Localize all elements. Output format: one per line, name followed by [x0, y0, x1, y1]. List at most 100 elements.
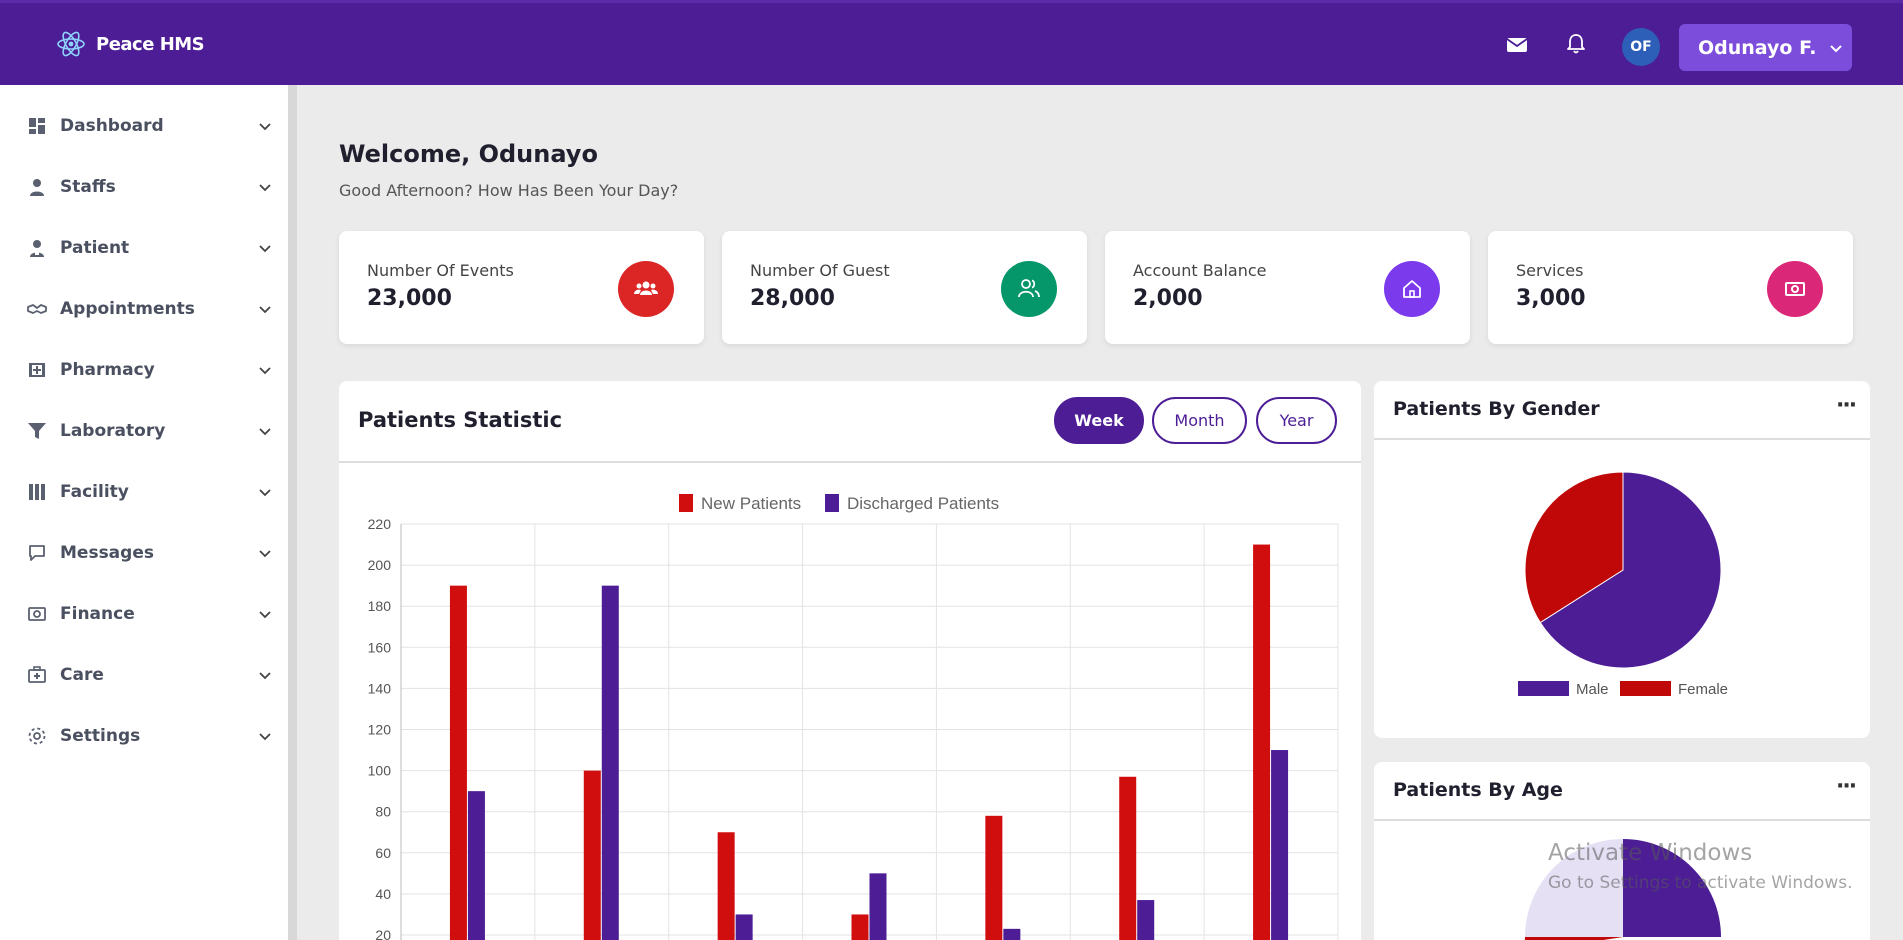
y-tick-label: 200: [368, 557, 392, 573]
watermark-subtitle: Go to Settings to activate Windows.: [1548, 873, 1853, 893]
patient-icon: [30, 240, 44, 257]
dashboard-icon: [29, 118, 45, 134]
bar-discharged-patients: [1271, 750, 1289, 940]
bar-discharged-patients: [467, 791, 485, 940]
divider: [1374, 819, 1870, 821]
tab-week[interactable]: Week: [1054, 397, 1144, 444]
more-options-icon[interactable]: ···: [1836, 774, 1857, 799]
stat-value: 28,000: [750, 286, 835, 311]
bar-new-patients: [985, 815, 1003, 940]
pharmacy-icon: [29, 363, 45, 377]
brand[interactable]: Peace HMS: [56, 29, 205, 59]
sidebar-item-label: Finance: [60, 604, 135, 624]
sidebar-item-label: Appointments: [60, 299, 195, 319]
bar-new-patients: [583, 770, 601, 940]
staff-icon: [30, 179, 44, 196]
panel-title: Patients By Gender: [1393, 398, 1600, 420]
sidebar-item-label: Pharmacy: [60, 360, 155, 380]
sidebar-item-appointments[interactable]: Appointments: [0, 285, 288, 333]
y-tick-label: 220: [368, 516, 392, 532]
sidebar-item-facility[interactable]: Facility: [0, 468, 288, 516]
legend-swatch: [679, 494, 693, 512]
chevron-down-icon: [259, 184, 271, 192]
bar-new-patients: [717, 832, 735, 940]
sidebar-item-laboratory[interactable]: Laboratory: [0, 407, 288, 455]
facility-icon: [29, 484, 45, 500]
sidebar-item-label: Messages: [60, 543, 154, 563]
stat-card-services[interactable]: Services 3,000: [1488, 231, 1853, 344]
bar-new-patients: [449, 585, 467, 940]
chevron-down-icon: [259, 123, 271, 131]
user-menu-button[interactable]: Odunayo F.: [1679, 24, 1852, 71]
stat-value: 23,000: [367, 286, 452, 311]
stat-label: Services: [1516, 261, 1584, 280]
legend-swatch: [825, 494, 839, 512]
stat-value: 3,000: [1516, 286, 1586, 311]
chevron-down-icon: [259, 672, 271, 680]
stat-value: 2,000: [1133, 286, 1203, 311]
chevron-down-icon: [259, 733, 271, 741]
sidebar-item-pharmacy[interactable]: Pharmacy: [0, 346, 288, 394]
bell-icon[interactable]: [1564, 32, 1588, 56]
mail-icon[interactable]: [1505, 33, 1529, 57]
sidebar-item-label: Dashboard: [60, 116, 164, 136]
stat-card-guests[interactable]: Number Of Guest 28,000: [722, 231, 1087, 344]
legend-label: Female: [1678, 681, 1728, 698]
messages-icon: [29, 545, 45, 561]
avatar[interactable]: OF: [1622, 28, 1660, 66]
y-tick-label: 100: [368, 763, 392, 779]
legend-label: Male: [1576, 681, 1609, 698]
stat-card-balance[interactable]: Account Balance 2,000: [1105, 231, 1470, 344]
stat-label: Number Of Guest: [750, 261, 890, 280]
react-logo-icon: [57, 31, 85, 57]
chevron-down-icon: [259, 428, 271, 436]
cash-icon: [1767, 261, 1823, 317]
chevron-down-icon: [259, 550, 271, 558]
greeting-subtitle: Good Afternoon? How Has Been Your Day?: [339, 181, 679, 200]
y-tick-label: 180: [368, 598, 392, 614]
user-name: Odunayo F.: [1698, 36, 1817, 59]
users-icon: [618, 261, 674, 317]
sidebar-item-dashboard[interactable]: Dashboard: [0, 102, 288, 150]
gear-icon: [28, 727, 46, 745]
stat-label: Number Of Events: [367, 261, 514, 280]
top-bar: Peace HMS OF Odunayo F.: [0, 0, 1903, 85]
money-icon: [28, 607, 46, 621]
sidebar: Dashboard Staffs Patient Appointments Ph…: [0, 85, 297, 940]
chevron-down-icon: [259, 489, 271, 497]
divider: [1374, 438, 1870, 440]
chevron-down-icon: [259, 245, 271, 253]
chevron-down-icon: [1829, 44, 1842, 52]
sidebar-item-label: Settings: [60, 726, 141, 746]
y-tick-label: 80: [375, 804, 391, 820]
y-tick-label: 40: [375, 886, 391, 902]
sidebar-item-label: Care: [60, 665, 104, 685]
gender-pie-chart: Male Female: [1518, 471, 1728, 698]
sidebar-item-patient[interactable]: Patient: [0, 224, 288, 272]
page-title: Welcome, Odunayo: [339, 140, 598, 168]
bar-new-patients: [851, 914, 869, 940]
home-icon: [1384, 261, 1440, 317]
legend-label: Discharged Patients: [847, 494, 999, 513]
legend-swatch: [1620, 681, 1671, 696]
tab-year[interactable]: Year: [1256, 397, 1337, 444]
sidebar-item-finance[interactable]: Finance: [0, 590, 288, 638]
sidebar-item-care[interactable]: Care: [0, 651, 288, 699]
guests-icon: [1001, 261, 1057, 317]
panel-title: Patients By Age: [1393, 779, 1563, 801]
panel-title: Patients Statistic: [358, 408, 563, 432]
tab-month[interactable]: Month: [1152, 397, 1247, 444]
sidebar-item-messages[interactable]: Messages: [0, 529, 288, 577]
filter-icon: [28, 423, 46, 439]
y-tick-label: 60: [375, 845, 391, 861]
sidebar-item-label: Laboratory: [60, 421, 166, 441]
stat-card-events[interactable]: Number Of Events 23,000: [339, 231, 704, 344]
y-tick-label: 120: [368, 722, 392, 738]
watermark-title: Activate Windows: [1548, 840, 1753, 866]
sidebar-item-staffs[interactable]: Staffs: [0, 163, 288, 211]
care-icon: [28, 666, 46, 683]
bar-new-patients: [1253, 544, 1271, 940]
y-tick-label: 20: [375, 927, 391, 940]
more-options-icon[interactable]: ···: [1836, 393, 1857, 418]
sidebar-item-settings[interactable]: Settings: [0, 712, 288, 760]
